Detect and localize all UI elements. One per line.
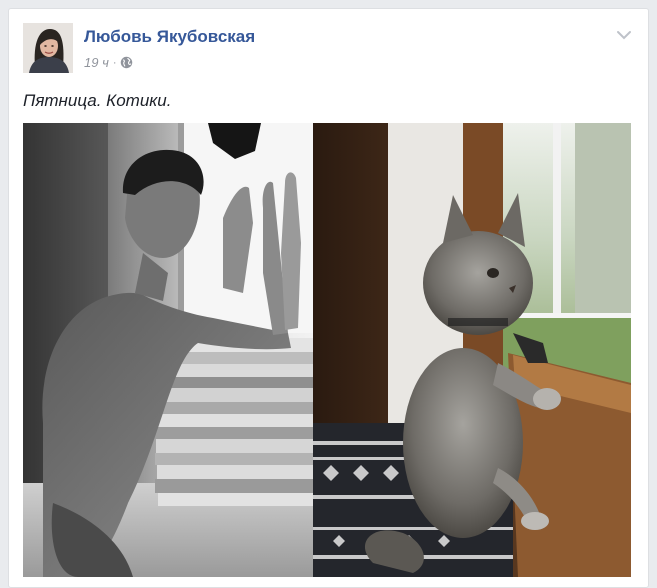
post-timestamp[interactable]: 19 ч	[84, 55, 109, 70]
photo-kitten-at-window	[313, 123, 631, 577]
post-meta: 19 ч ·	[84, 55, 133, 70]
chevron-down-icon[interactable]	[614, 27, 634, 43]
post-text: Пятница. Котики.	[23, 91, 172, 110]
avatar-image	[23, 23, 73, 73]
globe-icon[interactable]	[120, 56, 133, 69]
meta-separator: ·	[112, 56, 117, 69]
author-avatar[interactable]	[23, 23, 73, 73]
author-name-link[interactable]: Любовь Якубовская	[84, 27, 255, 47]
post-card: Любовь Якубовская 19 ч · Пятница. Котики…	[8, 8, 649, 588]
post-photo[interactable]	[23, 123, 631, 577]
photo-man-at-window	[23, 123, 313, 577]
